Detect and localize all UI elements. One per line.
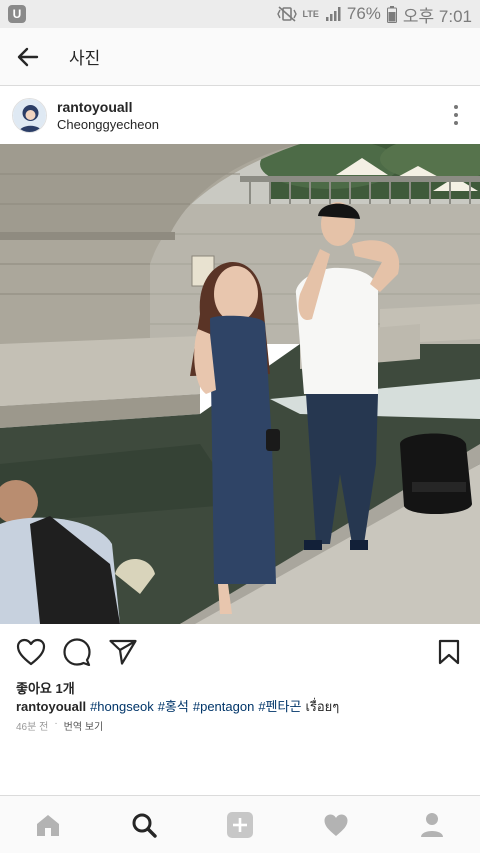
battery-percent: 76% <box>347 4 381 24</box>
vibrate-mute-icon <box>277 6 297 22</box>
heart-outline-icon <box>16 638 46 666</box>
page-title: 사진 <box>69 44 100 69</box>
nav-activity[interactable] <box>306 796 366 854</box>
bookmark-icon <box>438 639 460 665</box>
lte-indicator: LTE <box>303 10 319 19</box>
send-icon <box>109 639 137 665</box>
back-button[interactable] <box>0 28 56 86</box>
add-icon <box>226 811 254 839</box>
post-meta: rantoyouall Cheonggyecheon <box>57 99 159 132</box>
more-options-button[interactable] <box>444 95 468 135</box>
search-icon <box>131 812 157 838</box>
app-notification-icon: U <box>8 5 26 23</box>
bookmark-button[interactable] <box>432 635 466 669</box>
activity-heart-icon <box>323 813 349 837</box>
share-button[interactable] <box>106 635 140 669</box>
comment-button[interactable] <box>60 635 94 669</box>
hashtag-pentagon[interactable]: #pentagon <box>193 699 254 714</box>
post-caption: rantoyouall #hongseok #홍석 #pentagon #펜타곤 เรื่… <box>16 698 466 716</box>
like-button[interactable] <box>14 635 48 669</box>
hashtag-pentagon-kr[interactable]: #펜타곤 <box>258 699 301 714</box>
toolbar: 사진 <box>0 28 480 86</box>
likes-count[interactable]: 좋아요 1개 <box>16 678 75 697</box>
post-location[interactable]: Cheonggyecheon <box>57 117 159 132</box>
avatar[interactable] <box>12 98 47 133</box>
nav-add[interactable] <box>210 796 270 854</box>
battery-icon <box>387 6 397 23</box>
home-icon <box>35 813 61 837</box>
signal-icon <box>325 6 341 22</box>
post-meta-row: 46분 전 · 번역 보기 <box>16 718 103 733</box>
hashtag-hongseok-kr[interactable]: #홍석 <box>158 699 189 714</box>
post-username[interactable]: rantoyouall <box>57 99 159 115</box>
profile-icon <box>420 812 444 838</box>
separator-dot: · <box>54 718 57 733</box>
nav-search[interactable] <box>114 796 174 854</box>
bottom-nav <box>0 795 480 853</box>
nav-profile[interactable] <box>402 796 462 854</box>
status-right: LTE 76% 오후 7:01 <box>277 2 472 27</box>
post-timestamp: 46분 전 <box>16 718 48 733</box>
caption-text: เรื่อยๆ <box>305 699 339 714</box>
status-bar: U LTE 76% 오후 7:01 <box>0 0 480 28</box>
caption-username[interactable]: rantoyouall <box>16 699 86 714</box>
post-photo[interactable] <box>0 144 480 624</box>
post-header: rantoyouall Cheonggyecheon <box>0 86 480 144</box>
arrow-left-icon <box>16 45 40 69</box>
clock: 오후 7:01 <box>403 2 472 27</box>
translate-link[interactable]: 번역 보기 <box>64 718 104 733</box>
nav-home[interactable] <box>18 796 78 854</box>
status-left: U <box>8 5 26 23</box>
more-vertical-icon <box>454 105 458 109</box>
hashtag-hongseok[interactable]: #hongseok <box>90 699 154 714</box>
comment-icon <box>63 638 91 666</box>
post-actions <box>0 624 480 680</box>
